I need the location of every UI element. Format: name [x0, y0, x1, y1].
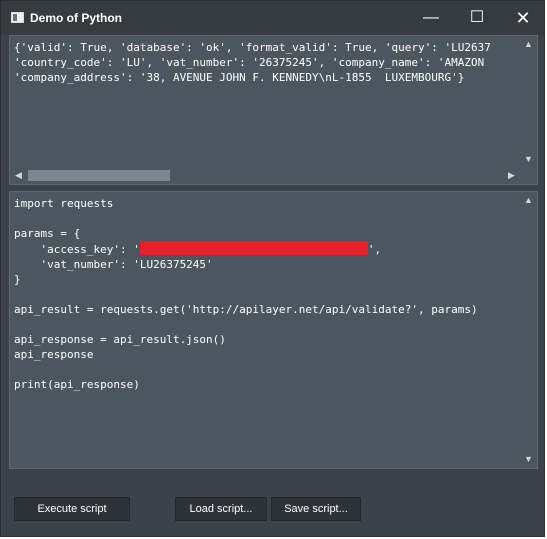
script-editor[interactable]: import requests params = { 'access_key':…: [9, 191, 538, 469]
output-horizontal-scrollbar[interactable]: ◀ ▶: [10, 167, 520, 184]
scrollbar-corner: [520, 167, 537, 184]
scroll-right-arrow-icon[interactable]: ▶: [503, 167, 520, 184]
script-code: import requests params = { 'access_key':…: [14, 196, 478, 392]
script-code-before-key: import requests params = { 'access_key':…: [14, 197, 140, 256]
redacted-access-key: [139, 241, 368, 255]
load-script-button[interactable]: Load script...: [175, 497, 267, 521]
save-script-button[interactable]: Save script...: [271, 497, 361, 521]
scroll-up-arrow-icon[interactable]: ▲: [520, 192, 537, 209]
minimize-button[interactable]: —: [408, 1, 454, 35]
app-window-icon: [11, 12, 24, 23]
scroll-up-arrow-icon[interactable]: ▲: [520, 36, 537, 53]
title-bar[interactable]: Demo of Python — ☐ ✕: [1, 1, 544, 35]
app-window: Demo of Python — ☐ ✕ {'valid': True, 'da…: [0, 0, 545, 537]
maximize-button[interactable]: ☐: [454, 1, 500, 35]
scroll-down-arrow-icon[interactable]: ▼: [520, 151, 537, 168]
horizontal-scroll-thumb[interactable]: [28, 170, 170, 181]
output-textarea[interactable]: {'valid': True, 'database': 'ok', 'forma…: [9, 35, 538, 185]
close-button[interactable]: ✕: [500, 1, 546, 35]
window-title: Demo of Python: [30, 11, 122, 25]
execute-script-button[interactable]: Execute script: [14, 497, 130, 521]
output-text: {'valid': True, 'database': 'ok', 'forma…: [14, 41, 491, 84]
scroll-left-arrow-icon[interactable]: ◀: [10, 167, 27, 184]
output-vertical-scrollbar[interactable]: ▲ ▼: [520, 36, 537, 168]
script-vertical-scrollbar[interactable]: ▲ ▼: [520, 192, 537, 468]
scroll-down-arrow-icon[interactable]: ▼: [520, 451, 537, 468]
script-code-after-key: ', 'vat_number': 'LU26375245' } api_resu…: [14, 243, 478, 391]
